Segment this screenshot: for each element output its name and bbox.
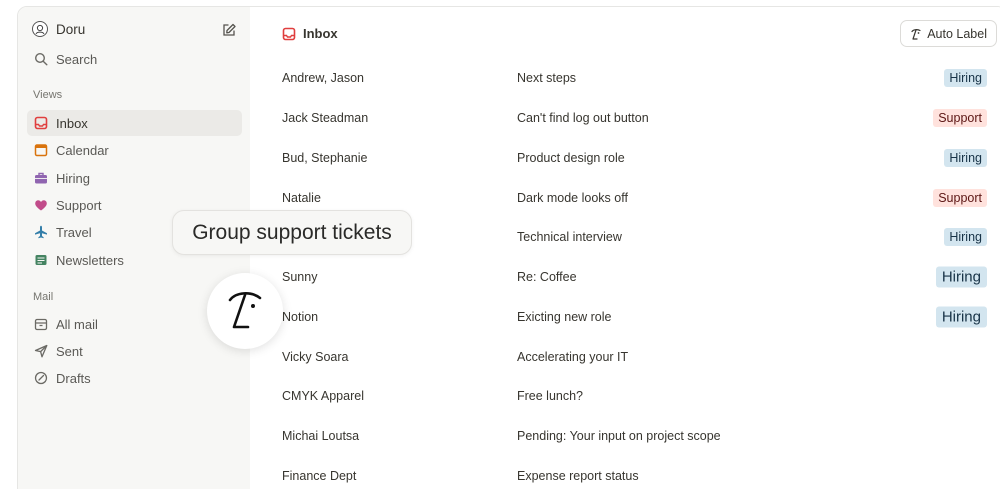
mail-row[interactable]: Bud, Stephanie Product design role Hiring [250, 138, 1000, 178]
logo-badge [207, 273, 283, 349]
mail-sender: Bud, Stephanie [282, 150, 368, 165]
sidebar-item-label: Newsletters [56, 252, 124, 268]
avatar [32, 21, 48, 37]
sidebar-item-hiring[interactable]: Hiring [27, 165, 242, 191]
sidebar-item-sent[interactable]: Sent [27, 338, 242, 364]
label-badge[interactable]: Hiring [935, 266, 987, 288]
drafts-icon [34, 371, 48, 385]
newspaper-icon [35, 255, 47, 265]
search-icon [34, 52, 48, 66]
label-badge[interactable]: Hiring [944, 148, 987, 167]
heart-icon [35, 200, 47, 211]
sidebar-item-label: Travel [56, 224, 92, 240]
user-face-icon [35, 24, 45, 35]
inbox-icon [282, 27, 296, 40]
mail-heading: Mail [33, 291, 54, 303]
mail-sender: Andrew, Jason [282, 71, 364, 86]
compose-icon[interactable] [221, 22, 237, 38]
notion-mail-logo-icon [911, 28, 921, 40]
mail-subject: Technical interview [517, 230, 622, 245]
mail-subject: Expense report status [517, 468, 639, 483]
label-badge[interactable]: Hiring [944, 228, 987, 247]
mail-sender: Vicky Soara [282, 349, 349, 364]
account-name: Doru [56, 21, 86, 37]
mail-sender: Michai Loutsa [282, 429, 360, 444]
search-label: Search [56, 51, 98, 67]
mail-subject: Accelerating your IT [517, 349, 629, 364]
briefcase-icon [35, 172, 47, 184]
sidebar-item-inbox[interactable]: Inbox [27, 110, 242, 136]
auto-label-text: Auto Label [927, 26, 987, 41]
search-button[interactable]: Search [27, 46, 242, 72]
mail-row[interactable]: Jack Steadman Can't find log out button Su… [250, 98, 1000, 138]
mail-subject: Can't find log out button [517, 111, 649, 126]
mail-row[interactable]: Vicky Soara Accelerating your IT [250, 337, 1000, 377]
mail-row[interactable]: Michai Loutsa Pending: Your input on proj… [250, 416, 1000, 456]
archive-icon [34, 318, 48, 331]
mail-subject: Next steps [517, 71, 577, 86]
sidebar-item-label: Drafts [56, 370, 91, 386]
mail-row[interactable]: CMYK Apparel Free lunch? [250, 377, 1000, 417]
mail-row[interactable]: Andrew, Jason Next steps Hiring [250, 59, 1000, 99]
label-badge[interactable]: Hiring [944, 69, 987, 88]
sidebar-item-drafts[interactable]: Drafts [27, 365, 242, 391]
mail-subject: Re: Coffee [517, 270, 577, 285]
mail-sender: Jack Steadman [282, 111, 369, 126]
sidebar-item-label: Inbox [56, 115, 88, 131]
sidebar-item-label: All mail [56, 316, 98, 332]
mail-sender: Natalie [282, 190, 321, 205]
mail-sender: Sunny [282, 270, 318, 285]
mail-subject: Pending: Your input on project scope [517, 429, 721, 444]
mail-sender: Notion [282, 309, 319, 324]
notion-mail-logo-icon [228, 292, 262, 329]
account-switcher[interactable]: Doru [32, 21, 85, 37]
mail-subject: Exicting new role [517, 309, 612, 324]
label-badge[interactable]: Support [933, 188, 987, 207]
mail-subject: Dark mode looks off [517, 190, 628, 205]
auto-label-button[interactable]: Auto Label [900, 20, 997, 47]
mail-app-window: Doru Search Views Inbox Calendar Hiring … [17, 6, 1000, 489]
page-title: Inbox [282, 26, 338, 41]
mail-subject: Free lunch? [517, 389, 584, 404]
sidebar-item-label: Support [56, 197, 102, 213]
mail-sender: CMYK Apparel [282, 389, 364, 404]
mail-row[interactable]: Notion Exicting new role Hiring [250, 297, 1000, 337]
sidebar-item-label: Sent [56, 343, 83, 359]
inbox-icon [34, 116, 48, 130]
calendar-icon [34, 144, 48, 157]
send-icon [34, 344, 48, 358]
mail-subject: Product design role [517, 150, 625, 165]
tooltip: Group support tickets [172, 210, 412, 255]
sidebar-item-calendar[interactable]: Calendar [27, 137, 242, 163]
mail-row[interactable]: Sunny Re: Coffee Hiring [250, 257, 1000, 297]
label-badge[interactable]: Support [933, 109, 987, 128]
mail-sender: Finance Dept [282, 468, 357, 483]
page-title-text: Inbox [303, 26, 338, 41]
sidebar-item-label: Calendar [56, 142, 109, 158]
sidebar-item-label: Hiring [56, 170, 90, 186]
label-badge[interactable]: Hiring [935, 306, 987, 328]
views-heading: Views [33, 89, 63, 101]
tooltip-text: Group support tickets [192, 220, 392, 244]
airplane-icon [35, 225, 47, 239]
mail-row[interactable]: Finance Dept Expense report status [250, 456, 1000, 489]
